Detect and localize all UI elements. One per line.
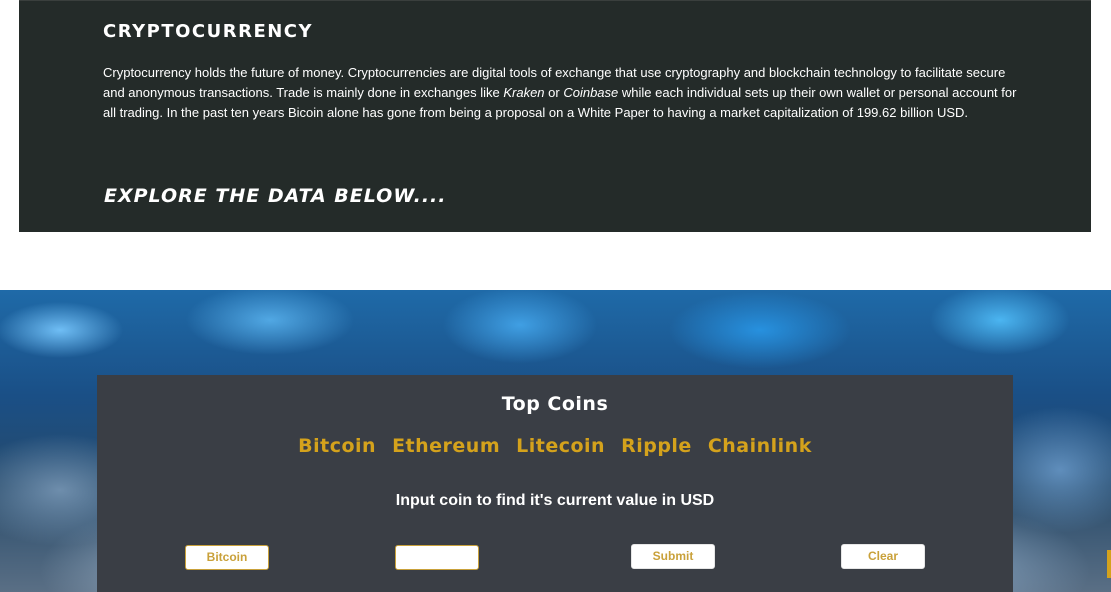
intro-title: CRYPTOCURRENCY [103, 21, 314, 42]
exchange-coinbase: Coinbase [563, 85, 619, 100]
coin-links: Bitcoin Ethereum Litecoin Ripple Chainli… [97, 435, 1013, 457]
coin-input-prompt: Input coin to find it's current value in… [395, 492, 715, 509]
top-coins-title: Top Coins [501, 393, 609, 415]
page: CRYPTOCURRENCY Cryptocurrency holds the … [0, 0, 1111, 592]
explore-heading: EXPLORE THE DATA BELOW.... [104, 185, 447, 207]
coin-select[interactable]: Bitcoin [185, 545, 269, 570]
coin-link-ripple[interactable]: Ripple [621, 435, 692, 457]
coin-input[interactable] [395, 545, 479, 570]
clear-button[interactable]: Clear [841, 544, 925, 569]
coin-link-litecoin[interactable]: Litecoin [516, 435, 605, 457]
submit-button[interactable]: Submit [631, 544, 715, 569]
edge-tab[interactable] [1107, 550, 1111, 578]
top-coins-panel: Top Coins Bitcoin Ethereum Litecoin Ripp… [97, 375, 1013, 592]
coin-link-chainlink[interactable]: Chainlink [708, 435, 812, 457]
coin-link-bitcoin[interactable]: Bitcoin [298, 435, 376, 457]
intro-text-2: or [544, 85, 564, 100]
intro-paragraph: Cryptocurrency holds the future of money… [103, 63, 1023, 123]
exchange-kraken: Kraken [503, 85, 545, 100]
intro-panel: CRYPTOCURRENCY Cryptocurrency holds the … [19, 0, 1091, 232]
coin-link-ethereum[interactable]: Ethereum [392, 435, 500, 457]
